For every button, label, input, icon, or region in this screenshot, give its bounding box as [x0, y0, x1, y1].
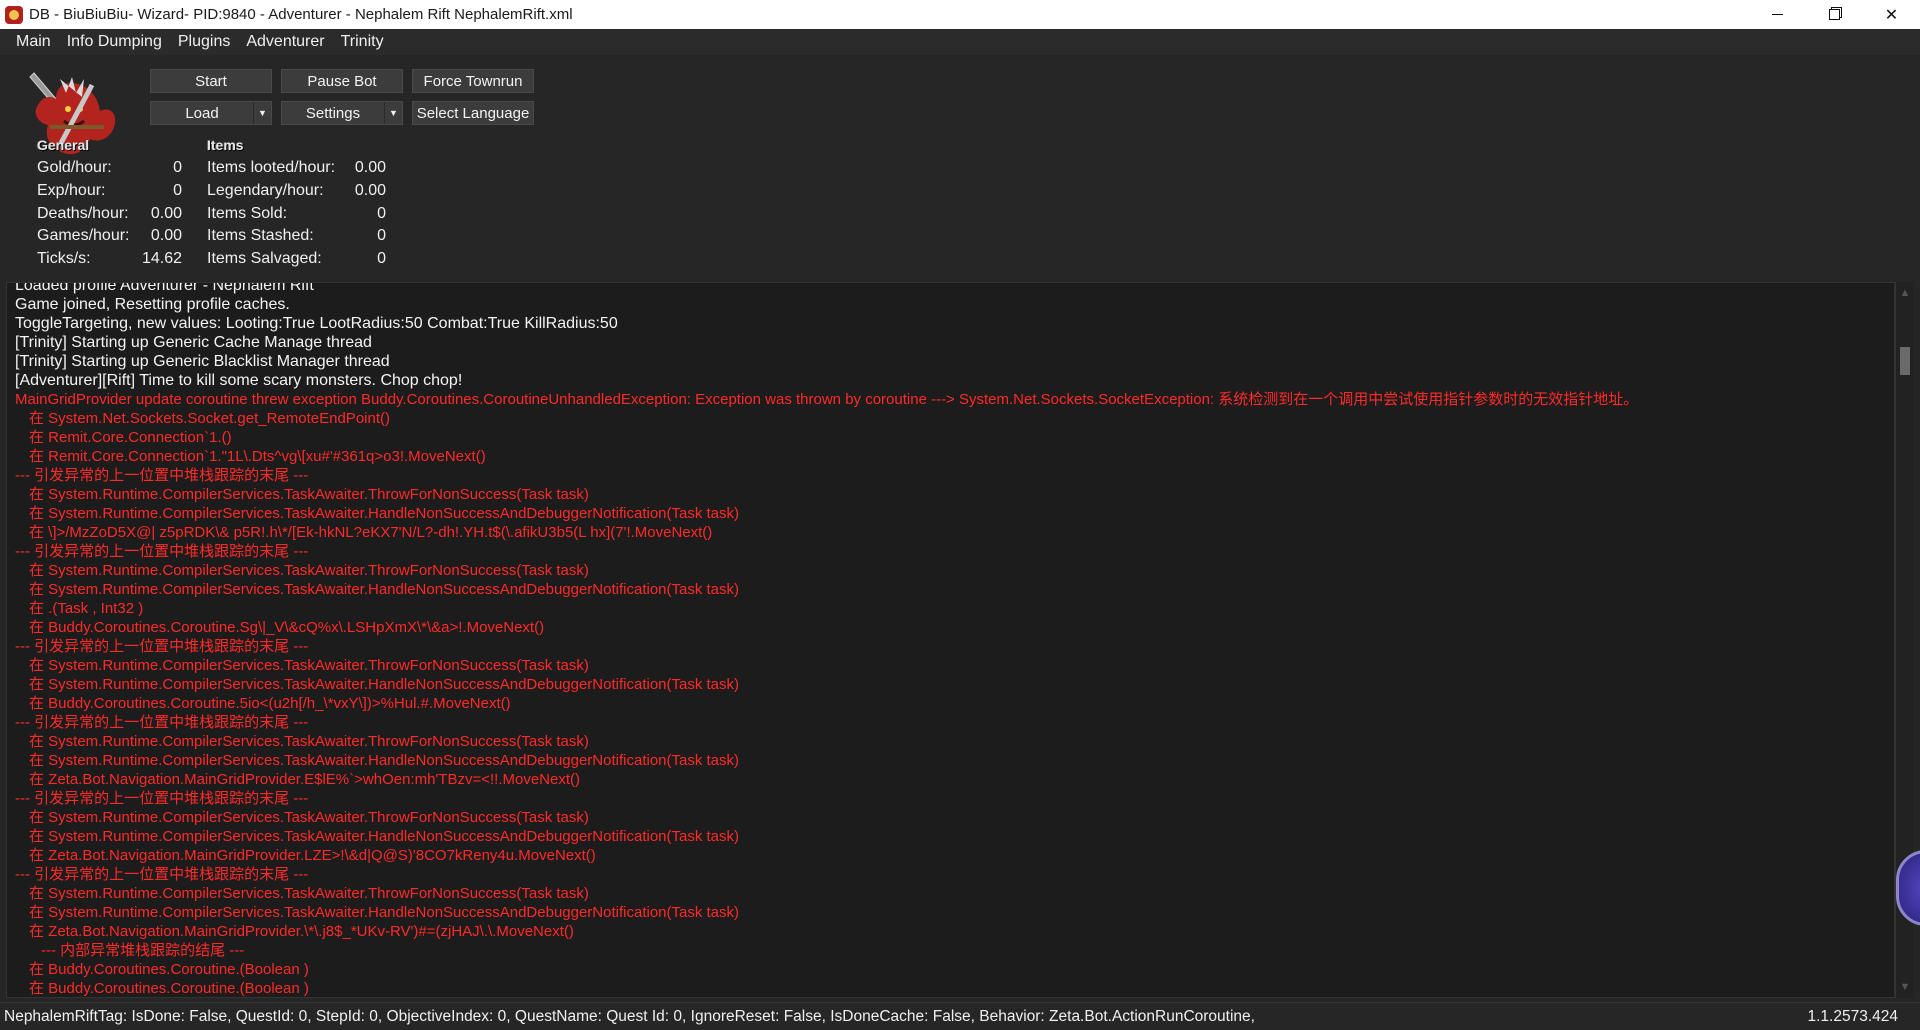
log-line: 在 System.Runtime.CompilerServices.TaskAw… [29, 486, 589, 503]
items-stashed-value: 0 [377, 227, 386, 244]
items-salvaged-value: 0 [377, 250, 386, 267]
log-line: 在 Zeta.Bot.Navigation.MainGridProvider.E… [29, 771, 580, 788]
gold-per-hour-value: 0 [173, 159, 182, 176]
log-line: 在 System.Runtime.CompilerServices.TaskAw… [29, 733, 589, 750]
version-label: 1.1.2573.424 [1807, 1007, 1898, 1025]
scroll-up-icon[interactable]: ▲ [1896, 284, 1914, 302]
log-line: --- 引发异常的上一位置中堆栈跟踪的末尾 --- [15, 543, 309, 560]
status-text: NephalemRiftTag: IsDone: False, QuestId:… [4, 1007, 1255, 1025]
log-line: 在 System.Runtime.CompilerServices.TaskAw… [29, 676, 740, 693]
games-per-hour-label: Games/hour: [37, 227, 130, 244]
log-line: 在 System.Runtime.CompilerServices.TaskAw… [29, 752, 740, 769]
settings-button[interactable]: Settings ▼ [281, 101, 403, 125]
app-logo-icon [5, 5, 23, 24]
items-stashed-label: Items Stashed: [207, 227, 314, 244]
menu-bar: Main Info Dumping Plugins Adventurer Tri… [0, 29, 1920, 55]
ticks-per-second-value: 14.62 [141, 250, 182, 267]
log-line: --- 引发异常的上一位置中堆栈跟踪的末尾 --- [15, 467, 309, 484]
log-line: MainGridProvider update coroutine threw … [15, 391, 1639, 408]
legendary-per-hour-value: 0.00 [354, 182, 386, 199]
window-controls: ✕ [1749, 0, 1920, 29]
log-line: 在 System.Runtime.CompilerServices.TaskAw… [29, 657, 589, 674]
scroll-down-icon[interactable]: ▼ [1896, 978, 1914, 996]
items-salvaged-label: Items Salvaged: [207, 250, 322, 267]
log-line: [Adventurer][Rift] Time to kill some sca… [15, 372, 463, 389]
settings-button-label: Settings [305, 104, 361, 122]
deaths-per-hour-value: 0.00 [150, 205, 182, 222]
title-bar[interactable]: DB - BiuBiuBiu- Wizard- PID:9840 - Adven… [0, 0, 1920, 29]
log-line: 在 System.Runtime.CompilerServices.TaskAw… [29, 828, 740, 845]
deaths-per-hour-label: Deaths/hour: [37, 205, 129, 222]
log-output[interactable]: Loaded profile Adventurer - Nephalem Rif… [6, 282, 1895, 998]
general-heading: General [37, 137, 90, 153]
log-line: 在 Buddy.Coroutines.Coroutine.(Boolean ) [29, 980, 309, 997]
minimize-button[interactable] [1749, 0, 1806, 29]
log-line: [Trinity] Starting up Generic Blacklist … [15, 353, 390, 370]
restore-button[interactable] [1806, 0, 1863, 29]
main-window: DB - BiuBiuBiu- Wizard- PID:9840 - Adven… [0, 0, 1920, 1030]
log-line: Loaded profile Adventurer - Nephalem Rif… [15, 282, 314, 294]
log-line: 在 Buddy.Coroutines.Coroutine.5io<(u2h[/h… [29, 695, 511, 712]
scroll-thumb[interactable] [1900, 347, 1910, 375]
log-line: 在 System.Runtime.CompilerServices.TaskAw… [29, 562, 589, 579]
log-line: ToggleTargeting, new values: Looting:Tru… [15, 315, 618, 332]
log-line: --- 引发异常的上一位置中堆栈跟踪的末尾 --- [15, 638, 309, 655]
control-panel: Start Pause Bot Force Townrun Load ▼ Set… [0, 55, 1920, 282]
items-heading: Items [207, 137, 244, 153]
log-lines: Loaded profile Adventurer - Nephalem Rif… [15, 282, 1875, 997]
log-line: 在 System.Runtime.CompilerServices.TaskAw… [29, 505, 740, 522]
games-per-hour-value: 0.00 [150, 227, 182, 244]
log-line: 在 Buddy.Coroutines.Coroutine.Sg\|_V\&cQ%… [29, 619, 545, 636]
log-line: 在 \]>/MzZoD5X@| z5pRDK\& p5R!.h\*/[Ek-hk… [29, 524, 713, 541]
log-line: 在 Zeta.Bot.Navigation.MainGridProvider.\… [29, 923, 574, 940]
chevron-down-icon[interactable]: ▼ [384, 102, 402, 124]
force-townrun-button[interactable]: Force Townrun [412, 69, 534, 93]
window-title: DB - BiuBiuBiu- Wizard- PID:9840 - Adven… [29, 6, 573, 23]
select-language-button[interactable]: Select Language [412, 101, 534, 125]
log-line: 在 Buddy.Coroutines.Coroutine.(Boolean ) [29, 961, 309, 978]
log-line: --- 引发异常的上一位置中堆栈跟踪的末尾 --- [15, 790, 309, 807]
items-looted-value: 0.00 [354, 159, 386, 176]
items-looted-label: Items looted/hour: [207, 159, 336, 176]
log-line: 在 .(Task , Int32 ) [29, 600, 144, 617]
legendary-per-hour-label: Legendary/hour: [207, 182, 324, 199]
menu-info-dumping[interactable]: Info Dumping [59, 29, 170, 55]
log-line: 在 System.Runtime.CompilerServices.TaskAw… [29, 581, 740, 598]
pause-bot-button[interactable]: Pause Bot [281, 69, 403, 93]
load-button[interactable]: Load ▼ [150, 101, 272, 125]
log-line: --- 引发异常的上一位置中堆栈跟踪的末尾 --- [15, 866, 309, 883]
chevron-down-icon[interactable]: ▼ [253, 102, 271, 124]
log-line: 在 System.Runtime.CompilerServices.TaskAw… [29, 904, 740, 921]
items-sold-value: 0 [377, 205, 386, 222]
exp-per-hour-value: 0 [173, 182, 182, 199]
menu-adventurer[interactable]: Adventurer [238, 29, 332, 55]
status-bar: NephalemRiftTag: IsDone: False, QuestId:… [0, 1002, 1920, 1030]
log-line: 在 System.Net.Sockets.Socket.get_RemoteEn… [29, 410, 390, 427]
log-line: 在 Remit.Core.Connection`1."1L\.Dts^vg\[x… [29, 448, 486, 465]
log-line: --- 引发异常的上一位置中堆栈跟踪的末尾 --- [15, 714, 309, 731]
start-button[interactable]: Start [150, 69, 272, 93]
load-button-label: Load [185, 104, 219, 122]
log-line: --- 内部异常堆栈跟踪的结尾 --- [41, 942, 245, 959]
menu-main[interactable]: Main [0, 29, 59, 55]
menu-plugins[interactable]: Plugins [170, 29, 238, 55]
ticks-per-second-label: Ticks/s: [37, 250, 91, 267]
log-line: [Trinity] Starting up Generic Cache Mana… [15, 334, 372, 351]
log-line: 在 Remit.Core.Connection`1.() [29, 429, 232, 446]
close-button[interactable]: ✕ [1863, 0, 1920, 29]
exp-per-hour-label: Exp/hour: [37, 182, 106, 199]
gold-per-hour-label: Gold/hour: [37, 159, 112, 176]
log-line: 在 Zeta.Bot.Navigation.MainGridProvider.L… [29, 847, 596, 864]
log-line: 在 System.Runtime.CompilerServices.TaskAw… [29, 885, 589, 902]
log-line: 在 System.Runtime.CompilerServices.TaskAw… [29, 809, 589, 826]
menu-trinity[interactable]: Trinity [333, 29, 392, 55]
log-line: Game joined, Resetting profile caches. [15, 296, 290, 313]
items-sold-label: Items Sold: [207, 205, 288, 222]
